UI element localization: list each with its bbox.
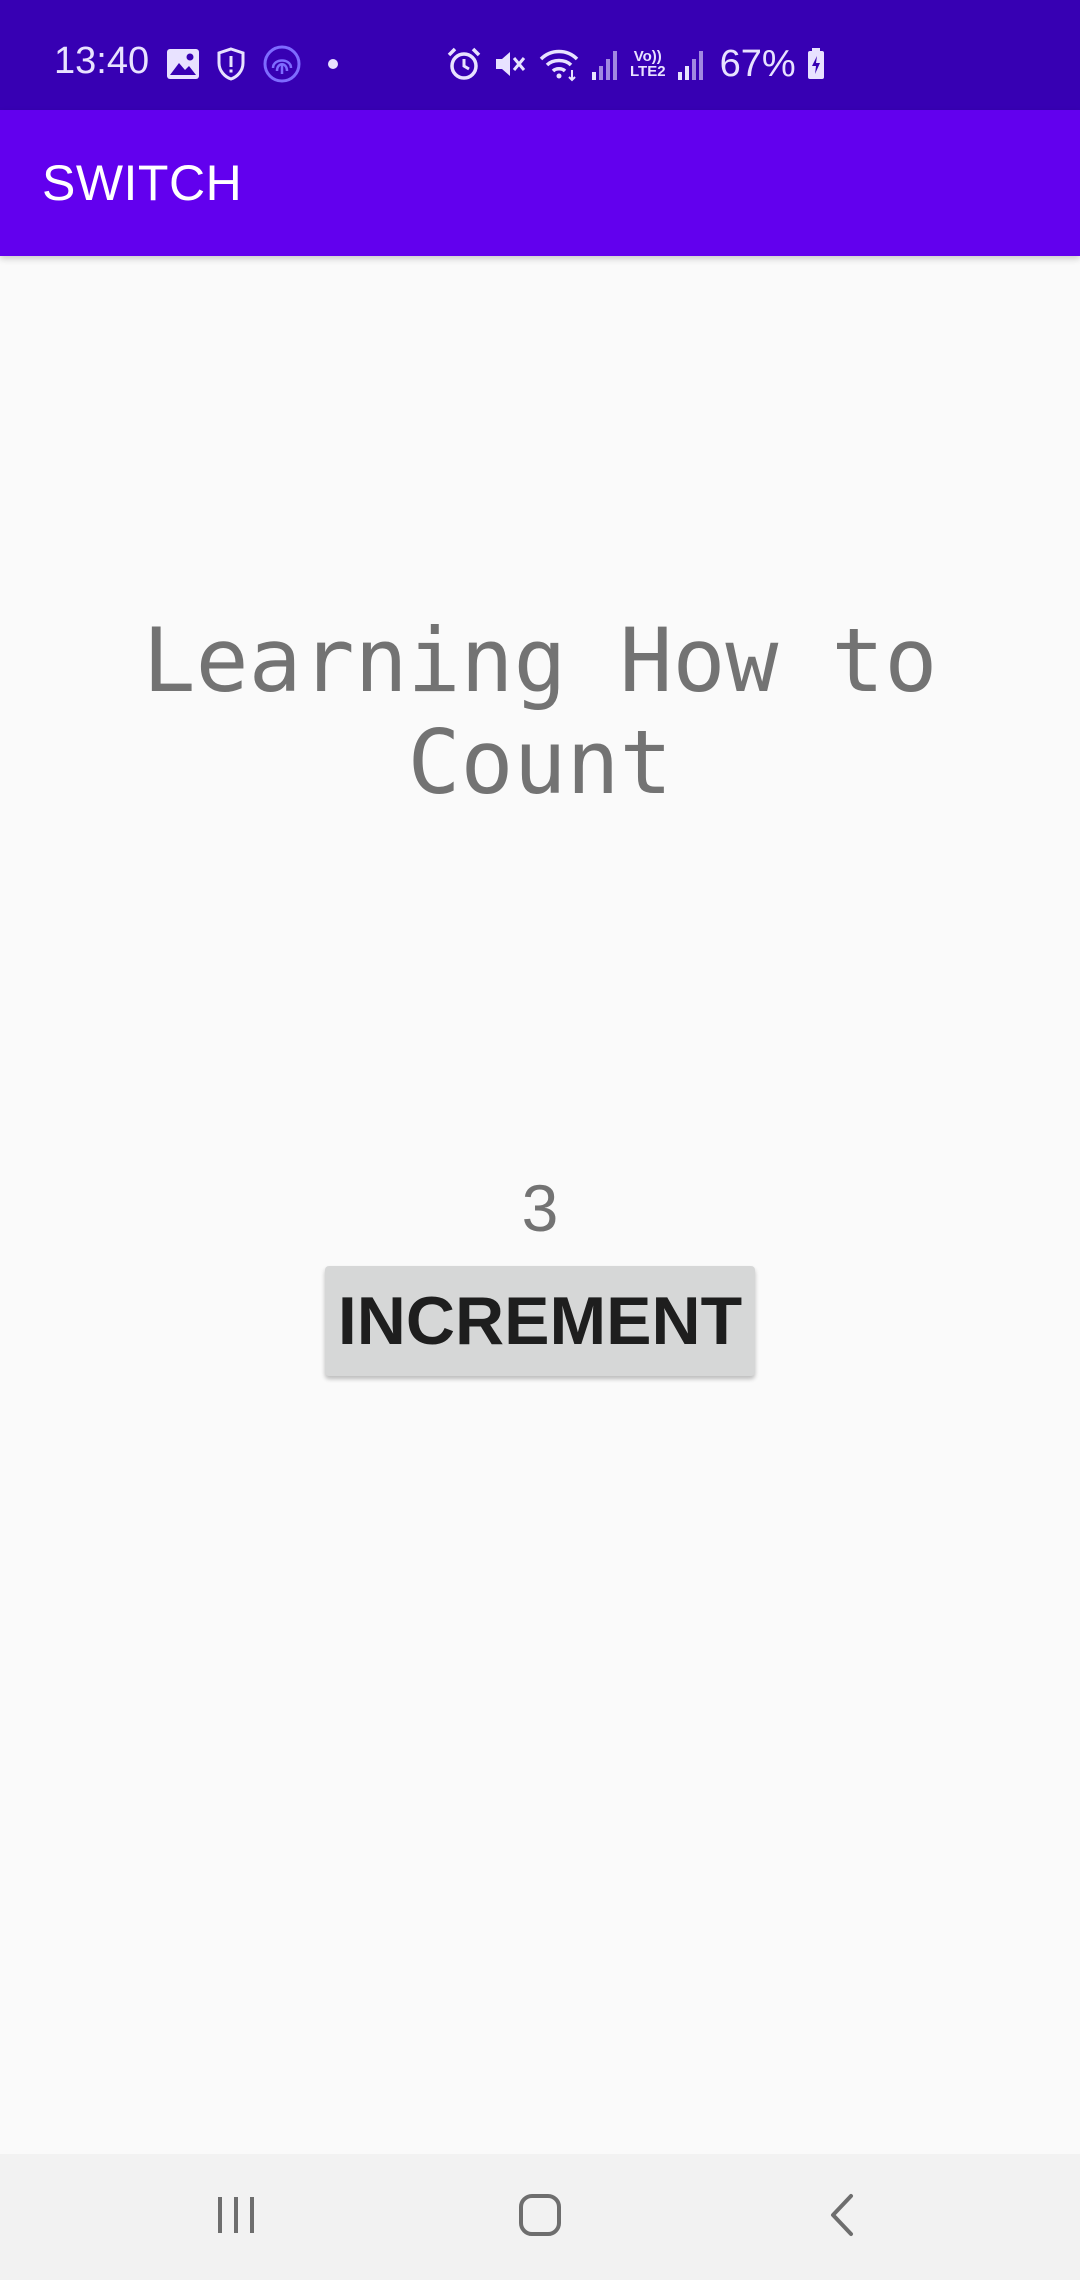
status-right-icons: Vo)) LTE2 67%: [446, 44, 826, 84]
battery-charging-icon: [806, 47, 826, 81]
volte-label: Vo)): [633, 48, 662, 65]
increment-button[interactable]: INCREMENT: [325, 1266, 755, 1376]
recents-button[interactable]: [136, 2154, 336, 2280]
signal-icon: [676, 46, 706, 82]
screen: 13:40 Vo)) LTE2 67% SWITCH Learning How …: [0, 0, 1080, 2280]
lte-label: LTE2: [630, 63, 666, 80]
back-icon: [827, 2192, 857, 2243]
status-bar: 13:40 Vo)) LTE2 67%: [0, 0, 1080, 110]
page-heading: Learning How to Count: [142, 609, 938, 814]
dot-icon: [318, 49, 348, 79]
home-icon: [517, 2192, 563, 2243]
navigation-bar: [0, 2154, 1080, 2280]
mute-icon: [492, 46, 528, 82]
alarm-icon: [446, 46, 482, 82]
back-button[interactable]: [742, 2154, 942, 2280]
app-title: SWITCH: [42, 155, 243, 211]
status-time: 13:40: [54, 40, 150, 82]
app-bar: SWITCH: [0, 110, 1080, 256]
shield-icon: [216, 47, 246, 81]
network-type-label: Vo)) LTE2: [630, 49, 666, 79]
battery-percentage: 67%: [719, 43, 796, 85]
recents-icon: [214, 2195, 258, 2240]
home-button[interactable]: [440, 2154, 640, 2280]
wifi-icon: [538, 46, 580, 82]
status-left-icons: [166, 44, 348, 84]
fingerprint-icon: [262, 44, 302, 84]
gallery-icon: [166, 48, 200, 80]
count-value: 3: [521, 1171, 559, 1245]
signal-icon: [590, 46, 620, 82]
